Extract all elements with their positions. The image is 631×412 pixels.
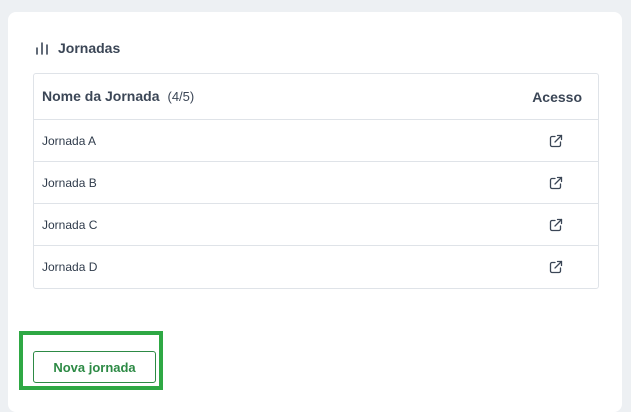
external-link-icon[interactable] bbox=[547, 174, 565, 192]
table-row: Jornada C bbox=[34, 204, 598, 246]
section-header: Jornadas bbox=[34, 38, 120, 58]
journey-name: Jornada D bbox=[42, 260, 98, 274]
table-row: Jornada B bbox=[34, 162, 598, 204]
journey-name: Jornada A bbox=[42, 133, 97, 148]
table-row: Jornada A bbox=[34, 120, 598, 162]
table-row: Jornada D bbox=[34, 246, 598, 288]
column-header-name: Nome da Jornada (4/5) bbox=[42, 88, 194, 106]
external-link-icon[interactable] bbox=[547, 258, 565, 276]
new-journey-button[interactable]: Nova jornada bbox=[33, 351, 156, 383]
external-link-icon[interactable] bbox=[547, 132, 565, 150]
journey-name: Jornada C bbox=[42, 217, 98, 232]
external-link-icon[interactable] bbox=[547, 216, 565, 234]
table-header: Nome da Jornada (4/5) Acesso bbox=[34, 74, 598, 120]
bar-chart-icon bbox=[34, 40, 50, 56]
journey-name: Jornada B bbox=[42, 175, 97, 190]
column-header-access: Acesso bbox=[532, 88, 582, 105]
section-title: Jornadas bbox=[58, 40, 121, 56]
name-column-label: Nome da Jornada bbox=[42, 87, 160, 104]
journey-count: (4/5) bbox=[167, 88, 195, 104]
journeys-table: Nome da Jornada (4/5) Acesso Jornada A Jo… bbox=[33, 73, 599, 289]
